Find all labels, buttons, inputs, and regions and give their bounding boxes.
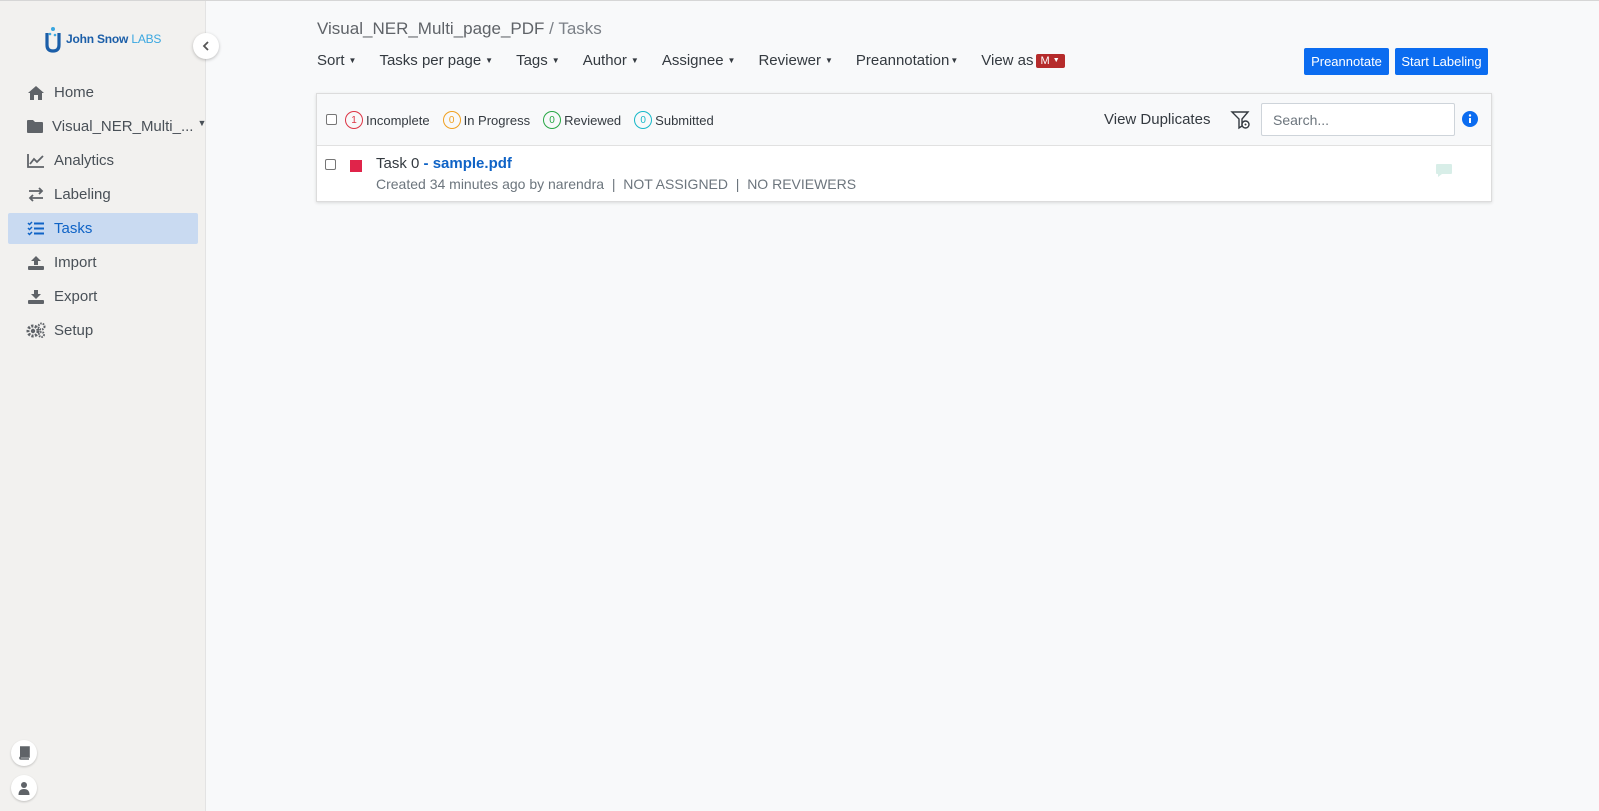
sidebar-item-project[interactable]: Visual_NER_Multi_... ▼ — [8, 111, 206, 142]
collapse-sidebar-button[interactable] — [193, 33, 219, 59]
preannotation-dropdown[interactable]: Preannotation ▼ — [856, 52, 958, 69]
sidebar-item-label: Home — [54, 84, 95, 101]
view-as-badge[interactable]: M ▼ — [1035, 53, 1065, 68]
task-row[interactable]: Task 0 - sample.pdf Created 34 minutes a… — [317, 146, 1491, 202]
in-progress-label: In Progress — [463, 112, 531, 128]
caret-down-icon: ▼ — [727, 56, 736, 65]
assignee-dropdown[interactable]: Assignee ▼ — [662, 52, 736, 69]
upload-icon — [26, 254, 46, 272]
view-as-label: View as — [981, 52, 1034, 69]
breadcrumb-project[interactable]: Visual_NER_Multi_page_PDF — [317, 19, 544, 38]
sidebar-nav: Home Visual_NER_Multi_... ▼ Analytics La… — [8, 77, 206, 349]
reviewer-dropdown[interactable]: Reviewer ▼ — [758, 52, 832, 69]
filter-submitted[interactable]: 0 Submitted — [634, 111, 714, 129]
caret-down-icon: ▼ — [197, 117, 207, 128]
sidebar-item-label: Visual_NER_Multi_... — [52, 118, 194, 135]
sidebar-item-label: Analytics — [54, 152, 115, 169]
view-duplicates-link[interactable]: View Duplicates — [1104, 111, 1210, 128]
caret-down-icon: ▼ — [1052, 57, 1060, 64]
tasks-list-icon — [26, 220, 46, 238]
tasks-per-page-dropdown[interactable]: Tasks per page ▼ — [379, 52, 493, 69]
gears-icon — [26, 322, 46, 340]
sidebar-item-label: Setup — [54, 322, 94, 339]
filter-settings-icon[interactable] — [1230, 109, 1252, 136]
exchange-icon — [26, 186, 46, 204]
reviewer-label: Reviewer — [758, 52, 821, 69]
book-icon[interactable] — [11, 740, 37, 766]
reviewed-label: Reviewed — [564, 112, 622, 128]
breadcrumb-current: Tasks — [558, 19, 602, 38]
info-icon[interactable] — [1462, 111, 1478, 132]
top-border — [0, 0, 1599, 1]
filter-incomplete[interactable]: 1 Incomplete — [345, 111, 430, 129]
sidebar-item-export[interactable]: Export — [8, 281, 198, 312]
status-filters: 1 Incomplete 0 In Progress 0 Reviewed 0 … — [345, 111, 727, 129]
assignee-label: Assignee — [661, 52, 724, 69]
task-title-separator: - — [419, 155, 433, 172]
chart-line-icon — [26, 152, 46, 170]
sidebar-item-label: Labeling — [54, 186, 111, 203]
breadcrumb-separator: / — [549, 19, 554, 38]
author-dropdown[interactable]: Author ▼ — [583, 52, 639, 69]
filter-in-progress[interactable]: 0 In Progress — [442, 111, 531, 129]
preannotation-label: Preannotation — [855, 52, 950, 69]
logo[interactable]: John Snow LABS — [44, 25, 161, 53]
task-file-link[interactable]: sample.pdf — [433, 155, 512, 172]
folder-icon — [26, 118, 44, 136]
task-id: Task 0 — [376, 155, 420, 172]
logo-icon — [44, 25, 62, 53]
user-icon[interactable] — [11, 775, 37, 801]
sort-label: Sort — [317, 52, 345, 69]
caret-down-icon: ▼ — [630, 56, 639, 65]
view-as-dropdown[interactable]: View as M ▼ — [981, 52, 1065, 69]
reviewed-count: 0 — [543, 111, 562, 129]
incomplete-label: Incomplete — [366, 112, 430, 128]
select-all-checkbox[interactable] — [326, 114, 337, 125]
tasks-panel-header: 1 Incomplete 0 In Progress 0 Reviewed 0 … — [317, 94, 1491, 146]
tasks-panel: 1 Incomplete 0 In Progress 0 Reviewed 0 … — [316, 93, 1492, 202]
sidebar-item-analytics[interactable]: Analytics — [8, 145, 198, 176]
start-labeling-button[interactable]: Start Labeling — [1395, 48, 1488, 75]
sidebar-item-label: Tasks — [54, 220, 93, 237]
search-input[interactable] — [1261, 103, 1455, 136]
caret-down-icon: ▼ — [551, 56, 560, 65]
chevron-left-icon — [202, 41, 209, 51]
tags-dropdown[interactable]: Tags ▼ — [516, 52, 560, 69]
task-meta: Created 34 minutes ago by narendra | NOT… — [376, 176, 857, 192]
sidebar-item-label: Export — [54, 288, 98, 305]
caret-down-icon: ▼ — [950, 56, 959, 65]
task-status-indicator — [350, 160, 362, 172]
task-title[interactable]: Task 0 - sample.pdf — [376, 155, 512, 172]
sidebar-item-labeling[interactable]: Labeling — [8, 179, 198, 210]
tasks-per-page-label: Tasks per page — [379, 52, 482, 69]
sidebar-item-tasks[interactable]: Tasks — [8, 213, 198, 244]
view-as-badge-label: M — [1040, 54, 1050, 67]
tags-label: Tags — [516, 52, 548, 69]
sidebar-item-import[interactable]: Import — [8, 247, 198, 278]
caret-down-icon: ▼ — [485, 56, 494, 65]
incomplete-count: 1 — [345, 111, 363, 129]
comment-icon[interactable] — [1435, 163, 1453, 184]
filter-reviewed[interactable]: 0 Reviewed — [543, 111, 621, 129]
preannotate-button[interactable]: Preannotate — [1304, 48, 1389, 75]
task-checkbox[interactable] — [325, 159, 336, 170]
logo-text: John Snow LABS — [66, 32, 162, 46]
task-toolbar: Sort ▼ Tasks per page ▼ Tags ▼ Author ▼ Assi… — [317, 52, 1088, 69]
breadcrumb: Visual_NER_Multi_page_PDF / Tasks — [317, 19, 602, 39]
download-icon — [26, 288, 46, 306]
submitted-count: 0 — [634, 111, 653, 129]
caret-down-icon: ▼ — [825, 56, 833, 65]
sidebar-item-home[interactable]: Home — [8, 77, 198, 108]
caret-down-icon: ▼ — [348, 56, 357, 65]
author-label: Author — [582, 52, 627, 69]
sidebar-item-setup[interactable]: Setup — [8, 315, 198, 346]
sort-dropdown[interactable]: Sort ▼ — [317, 52, 356, 69]
sidebar: John Snow LABS Home Visual_NER_Multi_...… — [0, 1, 206, 811]
submitted-label: Submitted — [655, 112, 714, 128]
home-icon — [26, 84, 46, 102]
sidebar-item-label: Import — [54, 254, 97, 271]
in-progress-count: 0 — [442, 111, 461, 129]
